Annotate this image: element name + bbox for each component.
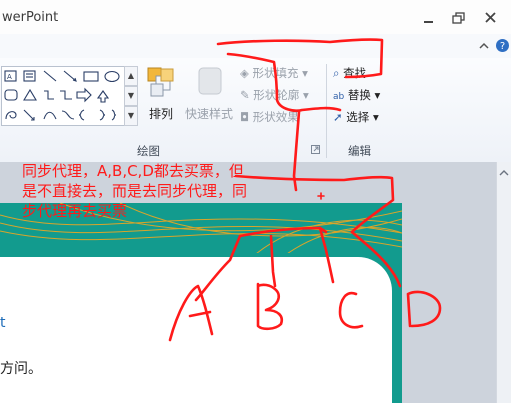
ink-drawing bbox=[168, 38, 442, 342]
